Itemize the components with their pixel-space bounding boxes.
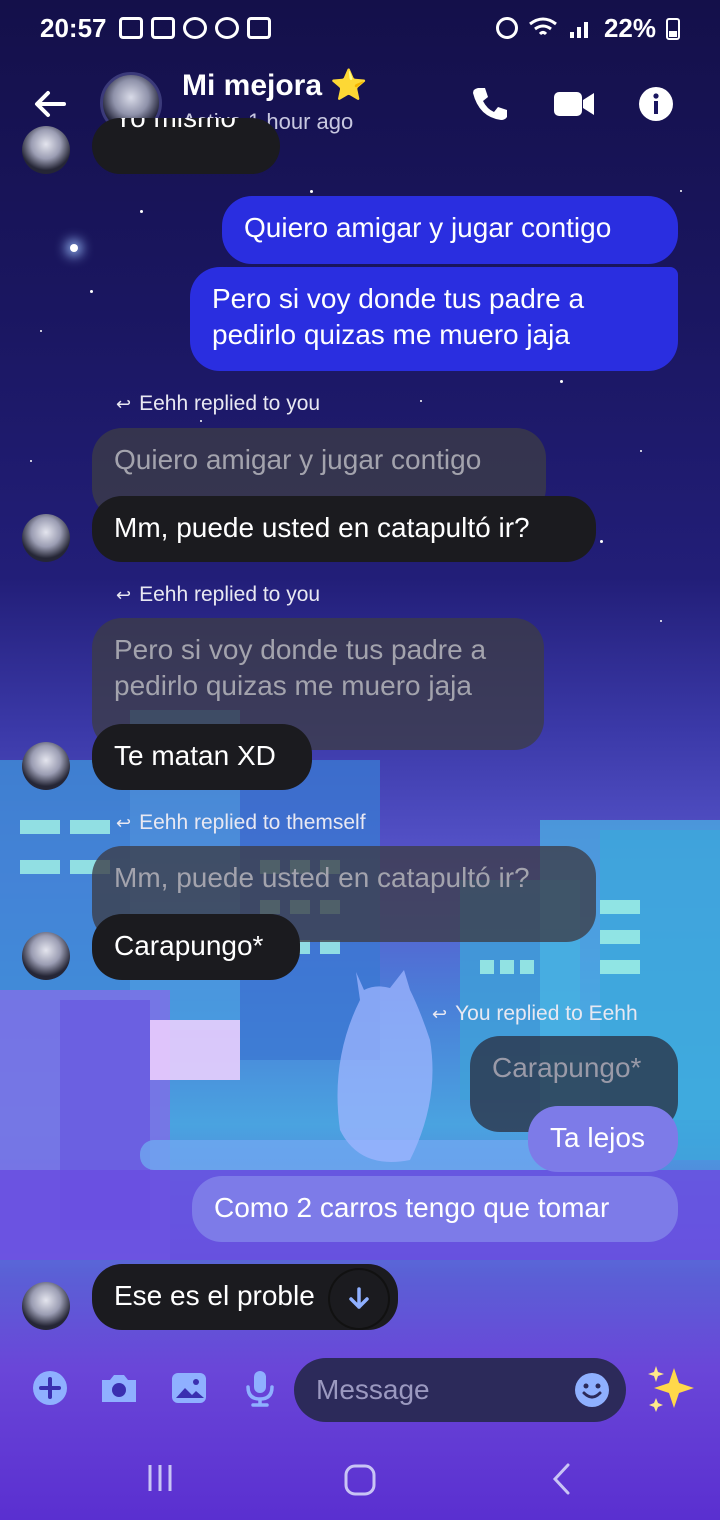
- message-composer: [0, 1352, 720, 1432]
- message-text: Pero si voy donde tus padre a pedirlo qu…: [212, 283, 585, 350]
- incoming-message[interactable]: Carapungo*: [92, 914, 300, 980]
- back-arrow-icon[interactable]: [30, 84, 70, 124]
- outgoing-message[interactable]: Ta lejos: [528, 1106, 678, 1172]
- contact-avatar-small: [22, 742, 70, 790]
- alarm-status-icon: [495, 17, 518, 39]
- youtube-icon: [118, 17, 143, 39]
- battery-icon: [666, 18, 680, 40]
- message-text: Ese es el proble: [114, 1280, 315, 1311]
- reply-arrow-icon: ↩: [432, 1003, 448, 1024]
- gallery-icon[interactable]: [168, 1368, 210, 1408]
- reply-label-text: Eehh replied to you: [139, 392, 321, 415]
- notification-icons: [118, 17, 271, 39]
- reply-arrow-icon: ↩: [116, 584, 132, 605]
- contact-avatar-small: [22, 514, 70, 562]
- reply-indicator: ↩ Eehh replied to you: [116, 392, 320, 416]
- image-icon: [246, 17, 271, 39]
- incoming-message[interactable]: Te matan XD: [92, 724, 312, 790]
- emoji-icon[interactable]: [574, 1372, 610, 1408]
- message-text: Como 2 carros tengo que tomar: [214, 1192, 610, 1223]
- clock: 20:57: [40, 12, 107, 43]
- message-text: Yo mismo: [114, 118, 236, 133]
- status-bar: 20:57 22%: [0, 0, 720, 56]
- outgoing-message[interactable]: Pero si voy donde tus padre a pedirlo qu…: [190, 267, 678, 371]
- video-call-icon[interactable]: [552, 84, 596, 124]
- message-text: Quiero amigar y jugar contigo: [244, 212, 612, 243]
- phone-call-icon[interactable]: [470, 84, 510, 124]
- contact-name: Mi mejora ⭐: [182, 68, 368, 103]
- incoming-message[interactable]: Mm, puede usted en catapultó ir?: [92, 496, 596, 562]
- contact-name-text: Mi mejora: [182, 69, 323, 102]
- reply-indicator: ↩ Eehh replied to themself: [116, 811, 366, 835]
- star-emoji: ⭐: [330, 69, 368, 102]
- quoted-text: Quiero amigar y jugar contigo: [114, 444, 482, 475]
- reply-label-text: Eehh replied to themself: [139, 811, 366, 834]
- message-text: Te matan XD: [114, 740, 276, 771]
- signal-icon: [569, 22, 588, 38]
- message-text: Mm, puede usted en catapultó ir?: [114, 512, 530, 543]
- message-text: Ta lejos: [550, 1122, 645, 1153]
- system-navigation-bar: [0, 1440, 720, 1520]
- plus-icon[interactable]: [30, 1368, 70, 1408]
- reply-arrow-icon: ↩: [116, 812, 132, 833]
- reply-label-text: Eehh replied to you: [139, 583, 321, 606]
- quoted-text: Carapungo*: [492, 1052, 642, 1083]
- scroll-to-bottom-button[interactable]: [330, 1270, 388, 1328]
- reply-indicator: ↩ Eehh replied to you: [116, 583, 320, 607]
- quoted-text: Pero si voy donde tus padre a pedirlo qu…: [114, 634, 487, 701]
- reply-arrow-icon: ↩: [116, 393, 132, 414]
- contact-avatar-small: [22, 932, 70, 980]
- alarm-icon: [214, 17, 239, 39]
- reply-indicator: ↩ You replied to Eehh: [432, 1002, 638, 1026]
- wifi-icon: [529, 17, 557, 36]
- info-icon[interactable]: [636, 84, 676, 124]
- camera-icon[interactable]: [98, 1368, 140, 1408]
- messenger-icon: [182, 17, 207, 39]
- quoted-text: Mm, puede usted en catapultó ir?: [114, 862, 530, 893]
- arrow-down-icon: [349, 1287, 369, 1309]
- outgoing-message[interactable]: Quiero amigar y jugar contigo: [222, 196, 678, 264]
- app-icon: [150, 17, 175, 39]
- back-nav-icon[interactable]: [548, 1462, 576, 1496]
- message-text: Carapungo*: [114, 930, 264, 961]
- outgoing-message[interactable]: Como 2 carros tengo que tomar: [192, 1176, 678, 1242]
- reply-label-text: You replied to Eehh: [455, 1002, 638, 1025]
- microphone-icon[interactable]: [240, 1368, 280, 1408]
- recent-apps-icon[interactable]: [144, 1462, 176, 1494]
- incoming-message-partial[interactable]: Yo mismo: [92, 118, 280, 174]
- sparkles-icon[interactable]: [644, 1362, 700, 1418]
- home-icon[interactable]: [342, 1462, 378, 1498]
- battery-percent: 22%: [603, 12, 656, 43]
- contact-avatar-small: [22, 126, 70, 174]
- contact-avatar-small: [22, 1282, 70, 1330]
